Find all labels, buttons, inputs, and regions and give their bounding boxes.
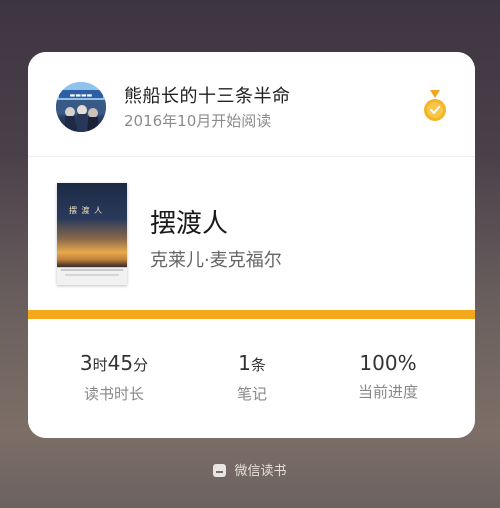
progress-label: 当前进度 bbox=[357, 383, 418, 401]
hours-unit: 时 bbox=[92, 356, 108, 374]
notes-count: 1 bbox=[238, 351, 251, 375]
progress-bar-fill bbox=[28, 310, 475, 319]
book-info[interactable]: 摆 渡 人 摆渡人 克莱儿·麦克福尔 bbox=[28, 157, 475, 307]
hours-value: 3 bbox=[79, 351, 93, 375]
reading-time-value: 3时45分 bbox=[54, 351, 174, 377]
reading-stats: 3时45分 读书时长 1条 笔记 100% 当前进度 bbox=[28, 319, 475, 438]
cover-title: 摆 渡 人 bbox=[69, 206, 104, 215]
svg-text:▬▬▬▬: ▬▬▬▬ bbox=[70, 92, 93, 99]
user-name: 熊船长的十三条半命 bbox=[124, 86, 291, 107]
stat-notes[interactable]: 1条 笔记 bbox=[192, 351, 312, 404]
reading-time-label: 读书时长 bbox=[83, 385, 144, 403]
cover-band bbox=[61, 269, 123, 271]
weread-icon bbox=[213, 464, 227, 477]
app-footer: 微信读书 bbox=[0, 460, 500, 479]
stat-progress: 100% 当前进度 bbox=[328, 351, 448, 402]
notes-unit: 条 bbox=[250, 356, 266, 374]
user-header: ▬▬▬▬ 熊船长的十三条半命 2016年10月开始阅读 bbox=[28, 52, 475, 156]
book-title: 摆渡人 bbox=[150, 209, 229, 239]
start-date: 2016年10月开始阅读 bbox=[124, 112, 272, 130]
reading-card: ▬▬▬▬ 熊船长的十三条半命 2016年10月开始阅读 摆 渡 人 摆渡人 克莱… bbox=[28, 52, 475, 438]
app-brand: 微信读书 bbox=[234, 464, 287, 479]
medal-icon[interactable] bbox=[422, 90, 448, 124]
book-cover[interactable]: 摆 渡 人 bbox=[57, 183, 127, 285]
book-author: 克莱儿·麦克福尔 bbox=[150, 250, 282, 271]
cover-band bbox=[65, 274, 119, 276]
progress-bar bbox=[28, 310, 475, 319]
notes-value: 1条 bbox=[192, 351, 312, 377]
notes-label: 笔记 bbox=[236, 385, 267, 403]
minutes-value: 45 bbox=[107, 351, 134, 375]
minutes-unit: 分 bbox=[133, 356, 149, 374]
progress-value: 100% bbox=[359, 351, 417, 375]
stat-reading-time: 3时45分 读书时长 bbox=[54, 351, 174, 404]
avatar[interactable]: ▬▬▬▬ bbox=[56, 82, 106, 132]
